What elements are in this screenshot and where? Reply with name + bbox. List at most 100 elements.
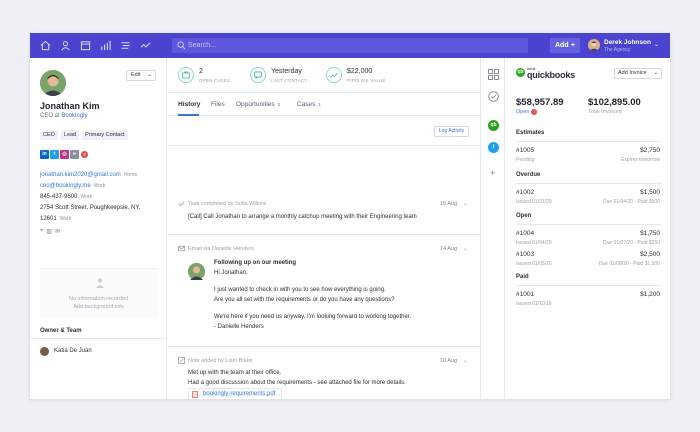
overdue-invoice-amount: $1,500 — [640, 189, 660, 196]
task-date: 15 Aug — [440, 201, 458, 207]
open-cases-label: OPEN CASES — [199, 78, 231, 83]
edit-contact-button[interactable]: Edit ⌄ — [126, 70, 156, 81]
tab-count: 1 — [318, 102, 321, 107]
reports-icon[interactable] — [100, 40, 111, 51]
activity-panel: 2 OPEN CASES Yesterday LAST CONTACT $22,… — [168, 58, 480, 399]
grid-icon[interactable] — [488, 69, 499, 80]
open-invoice-number[interactable]: #1004 — [516, 230, 534, 237]
contact-avatar — [40, 70, 66, 96]
contact-role: CEO at — [40, 113, 60, 119]
phone-row: 845-437-9600 Work — [40, 194, 92, 200]
attachment-file[interactable]: bookingly-requirements.pdf — [188, 388, 282, 399]
calendar-icon[interactable] — [80, 40, 91, 51]
add-invoice-label: Add Invoice — [618, 70, 647, 76]
list-icon[interactable] — [120, 40, 131, 51]
primary-email-row: jonathan.kim2020@gmail.com Home — [40, 172, 137, 178]
open-invoice-issued: Issued 01/05/20 — [516, 261, 552, 267]
person-icon — [96, 278, 104, 288]
divider — [516, 224, 662, 225]
trend-icon — [326, 67, 342, 83]
tab-cases[interactable]: Cases 1 — [297, 101, 321, 108]
phone-type: Work — [80, 194, 92, 200]
open-invoice-number[interactable]: #1003 — [516, 251, 534, 258]
note-line: Met up with the team at their office. — [188, 370, 282, 376]
linkedin-icon[interactable]: in — [40, 150, 49, 159]
work-email-link[interactable]: ceo@bookingly.me — [40, 183, 91, 189]
tab-opportunities[interactable]: Opportunities 2 — [236, 101, 280, 108]
add-button-label: Add — [555, 42, 569, 49]
activity-chart-icon[interactable] — [140, 40, 151, 51]
plus-icon: + — [570, 42, 575, 49]
quickbooks-icon[interactable]: qb — [488, 120, 499, 131]
instagram-icon[interactable]: ◎ — [60, 150, 69, 159]
overdue-invoice-number[interactable]: #1002 — [516, 189, 534, 196]
email-line: Are you all set with the requirements or… — [214, 297, 395, 303]
building-icon[interactable]: ▥ — [46, 228, 52, 235]
total-invoiced-label: Total Invoiced — [588, 109, 622, 115]
chevron-down-icon: ⌄ — [147, 72, 152, 78]
tag[interactable]: Lead — [60, 130, 80, 140]
add-invoice-button[interactable]: Add Invoice ⌄ — [614, 68, 662, 79]
last-contact-value: Yesterday — [271, 68, 302, 75]
contacts-icon[interactable] — [60, 40, 71, 51]
twitter-icon[interactable]: t — [50, 150, 59, 159]
user-avatar[interactable] — [588, 39, 600, 51]
background-empty-text: No information recorded — [68, 296, 128, 302]
tag[interactable]: Primary Contact — [82, 130, 128, 140]
chevron-down-icon[interactable]: ⌄ — [463, 245, 468, 252]
tab-count: 2 — [277, 102, 281, 107]
email-subject[interactable]: Following up on our meeting — [214, 260, 296, 266]
search-input[interactable] — [188, 40, 488, 51]
tab-files[interactable]: Files — [211, 101, 225, 108]
mail-icon[interactable]: ✉ — [55, 228, 60, 235]
note-date: 10 Aug — [440, 358, 458, 364]
twitter-icon[interactable]: t — [488, 142, 499, 153]
task-text: [Call] Call Jonathan to arrange a monthl… — [188, 214, 417, 220]
primary-email-link[interactable]: jonathan.kim2020@gmail.com — [40, 172, 121, 178]
background-info-box[interactable]: No information recorded Add background i… — [40, 268, 157, 318]
quickbooks-wordmark: quickbooks — [527, 70, 576, 80]
check-circle-icon[interactable] — [488, 91, 499, 102]
add-button[interactable]: Add + — [550, 38, 580, 53]
estimate-number[interactable]: #1005 — [516, 147, 534, 154]
owner-name[interactable]: Katia De Juan — [54, 348, 92, 354]
estimate-expiry: Expires tomorrow — [621, 157, 660, 163]
add-background-link[interactable]: Add background info — [40, 304, 157, 310]
divider — [168, 346, 480, 347]
attachment-name: bookingly-requirements.pdf — [203, 391, 276, 397]
chevron-down-icon[interactable]: ⌄ — [463, 200, 468, 207]
home-icon[interactable] — [40, 40, 51, 51]
divider — [516, 183, 662, 184]
contact-title: CEO at Bookingly — [40, 113, 87, 119]
company-link[interactable]: Bookingly — [61, 113, 87, 119]
integrations-rail: qb t + — [480, 58, 505, 399]
email-type: Home — [123, 172, 138, 178]
chevron-down-icon[interactable]: ⌄ — [463, 357, 468, 364]
user-name[interactable]: Derek Johnson — [604, 39, 651, 46]
active-tab-indicator — [178, 114, 199, 116]
note-header: Note added by Liam Blake — [188, 358, 253, 364]
search-bar[interactable] — [172, 38, 528, 53]
log-activity-button[interactable]: Log Activity — [434, 126, 469, 137]
open-amount: $58,957.89 — [516, 97, 564, 108]
open-heading: Open — [516, 213, 532, 219]
task-header: Task completed by Sofia Wilkins — [188, 201, 267, 207]
pipeline-label: PIPELINE VALUE — [347, 78, 386, 83]
tag[interactable]: CEO — [40, 130, 58, 140]
stats-bar: 2 OPEN CASES Yesterday LAST CONTACT $22,… — [168, 58, 480, 93]
add-integration-icon[interactable]: + — [490, 168, 495, 178]
email-line: I just wanted to check in with you to se… — [214, 287, 386, 293]
link-icon[interactable]: ∞ — [70, 150, 79, 159]
tab-label: Cases — [297, 101, 316, 108]
chevron-down-icon: ⌄ — [653, 70, 658, 76]
tab-history[interactable]: History — [178, 101, 200, 108]
chevron-down-icon[interactable]: ⌄ — [654, 41, 659, 48]
quickbooks-panel: qb intuit quickbooks Add Invoice ⌄ $58,9… — [506, 58, 670, 399]
paid-invoice-number[interactable]: #1001 — [516, 291, 534, 298]
map-pin-icon[interactable]: ⌖ — [40, 228, 43, 235]
phone-number[interactable]: 845-437-9600 — [40, 194, 77, 200]
open-invoice-due: Due 01/08/20 - Paid $1,500 — [598, 261, 660, 267]
paid-heading: Paid — [516, 274, 529, 280]
activity-tabs: History Files Opportunities 2 Cases 1 — [168, 94, 480, 116]
open-label-row: Open! — [516, 109, 538, 115]
